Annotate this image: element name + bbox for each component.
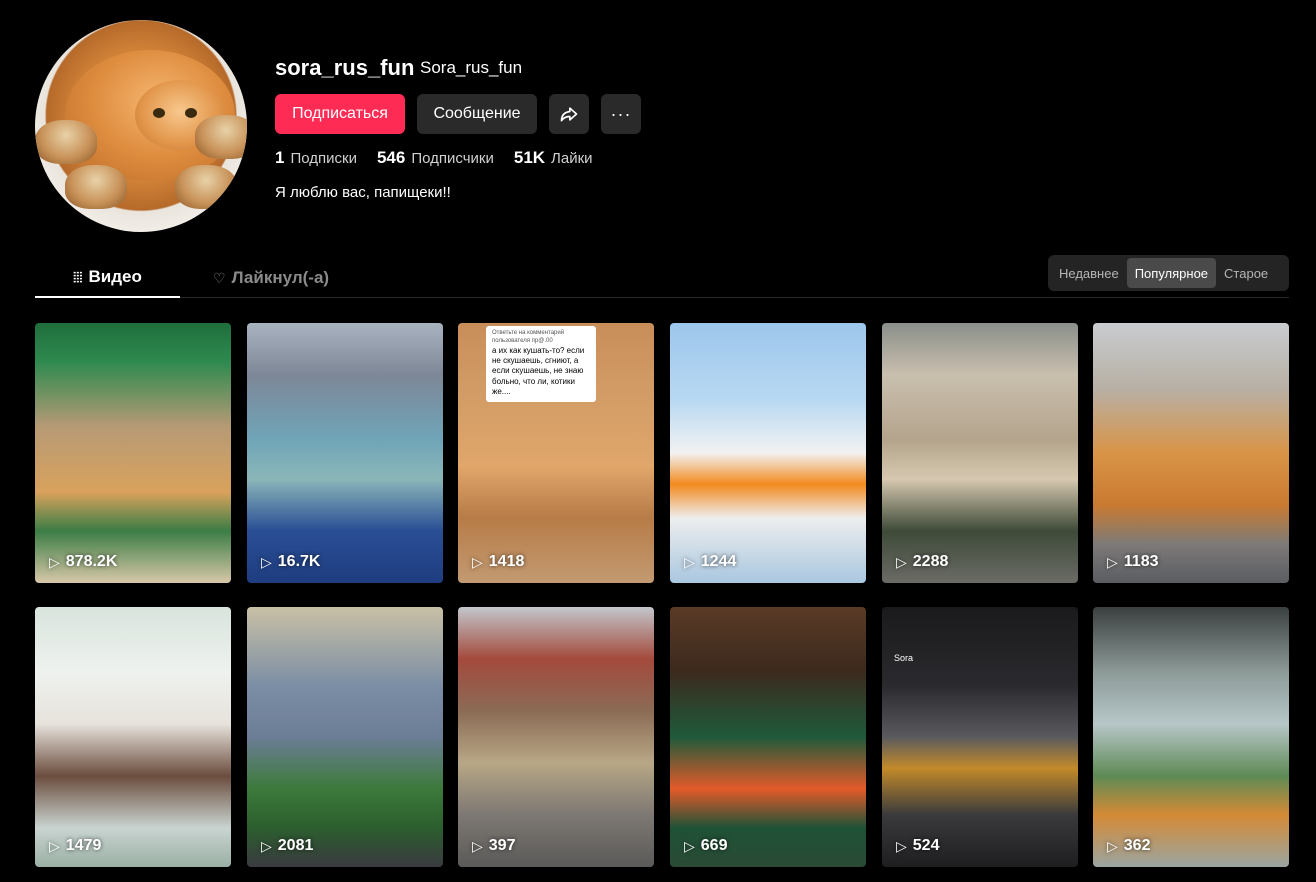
view-count-value: 2081 [277,837,314,854]
view-count: ▷ 397 [472,837,515,855]
stat-value: 1 [275,148,285,167]
profile-nickname: Sora_rus_fun [420,58,523,77]
video-card[interactable]: ▷ 16.7K [247,323,443,583]
stat-likes: 51K Лайки [514,148,593,168]
play-icon: ▷ [261,553,272,570]
view-count: ▷ 2081 [261,837,313,855]
view-count: ▷ 1418 [472,553,524,571]
stat-label: Подписки [290,150,357,167]
follow-button[interactable]: Подписаться [275,94,405,134]
avatar-bread [195,115,247,159]
video-card[interactable]: Sora ▷ 524 [882,607,1078,867]
view-count: ▷ 1183 [1107,553,1159,571]
profile-stats: 1 Подписки 546 Подписчики 51K Лайки [275,148,593,168]
avatar-bread [175,165,237,209]
play-icon: ▷ [49,837,60,854]
play-icon: ▷ [1107,553,1118,570]
stat-label: Лайки [551,150,593,167]
view-count-value: 878.2K [65,553,118,570]
avatar-bread [35,120,97,164]
view-count-value: 16.7K [277,553,321,570]
video-card[interactable]: ▷ 362 [1093,607,1289,867]
view-count-value: 1244 [700,553,737,570]
view-count: ▷ 1244 [684,553,736,571]
sort-option-popular[interactable]: Популярное [1126,258,1217,288]
profile-avatar [35,20,247,232]
play-icon: ▷ [896,553,907,570]
sort-option-recent[interactable]: Недавнее [1051,258,1127,288]
video-card[interactable]: ▷ 397 [458,607,654,867]
view-count: ▷ 2288 [896,553,948,571]
profile-bio: Я люблю вас, папищеки!! [275,184,451,201]
video-card[interactable]: ▷ 1479 [35,607,231,867]
sort-control: Недавнее Популярное Старое [1048,255,1289,291]
view-count: ▷ 524 [896,837,939,855]
heart-icon: ♡ [213,269,226,286]
video-card[interactable]: ▷ 1244 [670,323,866,583]
play-icon: ▷ [684,553,695,570]
grid-icon: ⦙⦙⦙ [73,268,83,285]
play-icon: ▷ [1107,837,1118,854]
view-count-value: 1479 [65,837,102,854]
video-card[interactable]: ▷ 2081 [247,607,443,867]
play-icon: ▷ [896,837,907,854]
video-card[interactable]: ▷ 2288 [882,323,1078,583]
view-count-value: 1418 [488,553,525,570]
tab-label: Лайкнул(-а) [231,268,330,287]
view-count: ▷ 669 [684,837,727,855]
view-count-value: 2288 [912,553,949,570]
tab-liked[interactable]: ♡ Лайкнул(-а) [213,258,329,298]
profile-username: sora_rus_fun [275,55,415,80]
play-icon: ▷ [684,837,695,854]
stat-label: Подписчики [411,150,494,167]
play-icon: ▷ [49,553,60,570]
video-card[interactable]: ▷ 878.2K [35,323,231,583]
comment-text: а их как кушать-то? если не скушаешь, сг… [492,345,585,397]
view-count-value: 524 [912,837,940,854]
sora-badge: Sora [894,653,914,663]
tab-videos[interactable]: ⦙⦙⦙ Видео [35,258,180,298]
video-card[interactable]: ▷ 1183 [1093,323,1289,583]
avatar-eye [153,108,165,118]
comment-overlay: Ответьте на комментарий пользователя пр@… [486,326,596,402]
video-card[interactable]: ▷ 669 [670,607,866,867]
view-count-value: 1183 [1123,553,1159,570]
view-count: ▷ 16.7K [261,553,320,571]
stat-value: 51K [513,148,546,167]
sort-option-oldest[interactable]: Старое [1216,258,1276,288]
video-card[interactable]: Ответьте на комментарий пользователя пр@… [458,323,654,583]
more-options-button[interactable]: ··· [601,94,641,134]
tab-label: Видео [88,267,142,286]
view-count: ▷ 1479 [49,837,101,855]
play-icon: ▷ [261,837,272,854]
play-icon: ▷ [472,553,483,570]
comment-header: Ответьте на комментарий пользователя пр@… [492,330,565,344]
message-button[interactable]: Сообщение [417,94,537,134]
stat-followers[interactable]: 546 Подписчики [377,148,494,168]
play-icon: ▷ [472,837,483,854]
stat-value: 546 [376,148,406,167]
avatar-eye [185,108,197,118]
view-count-value: 362 [1123,837,1151,854]
view-count-value: 669 [700,837,728,854]
share-icon [560,107,578,122]
view-count: ▷ 362 [1107,837,1150,855]
view-count-value: 397 [488,837,516,854]
view-count: ▷ 878.2K [49,553,117,571]
stat-following[interactable]: 1 Подписки [275,148,357,168]
avatar-bread [65,165,127,209]
share-button[interactable] [549,94,589,134]
